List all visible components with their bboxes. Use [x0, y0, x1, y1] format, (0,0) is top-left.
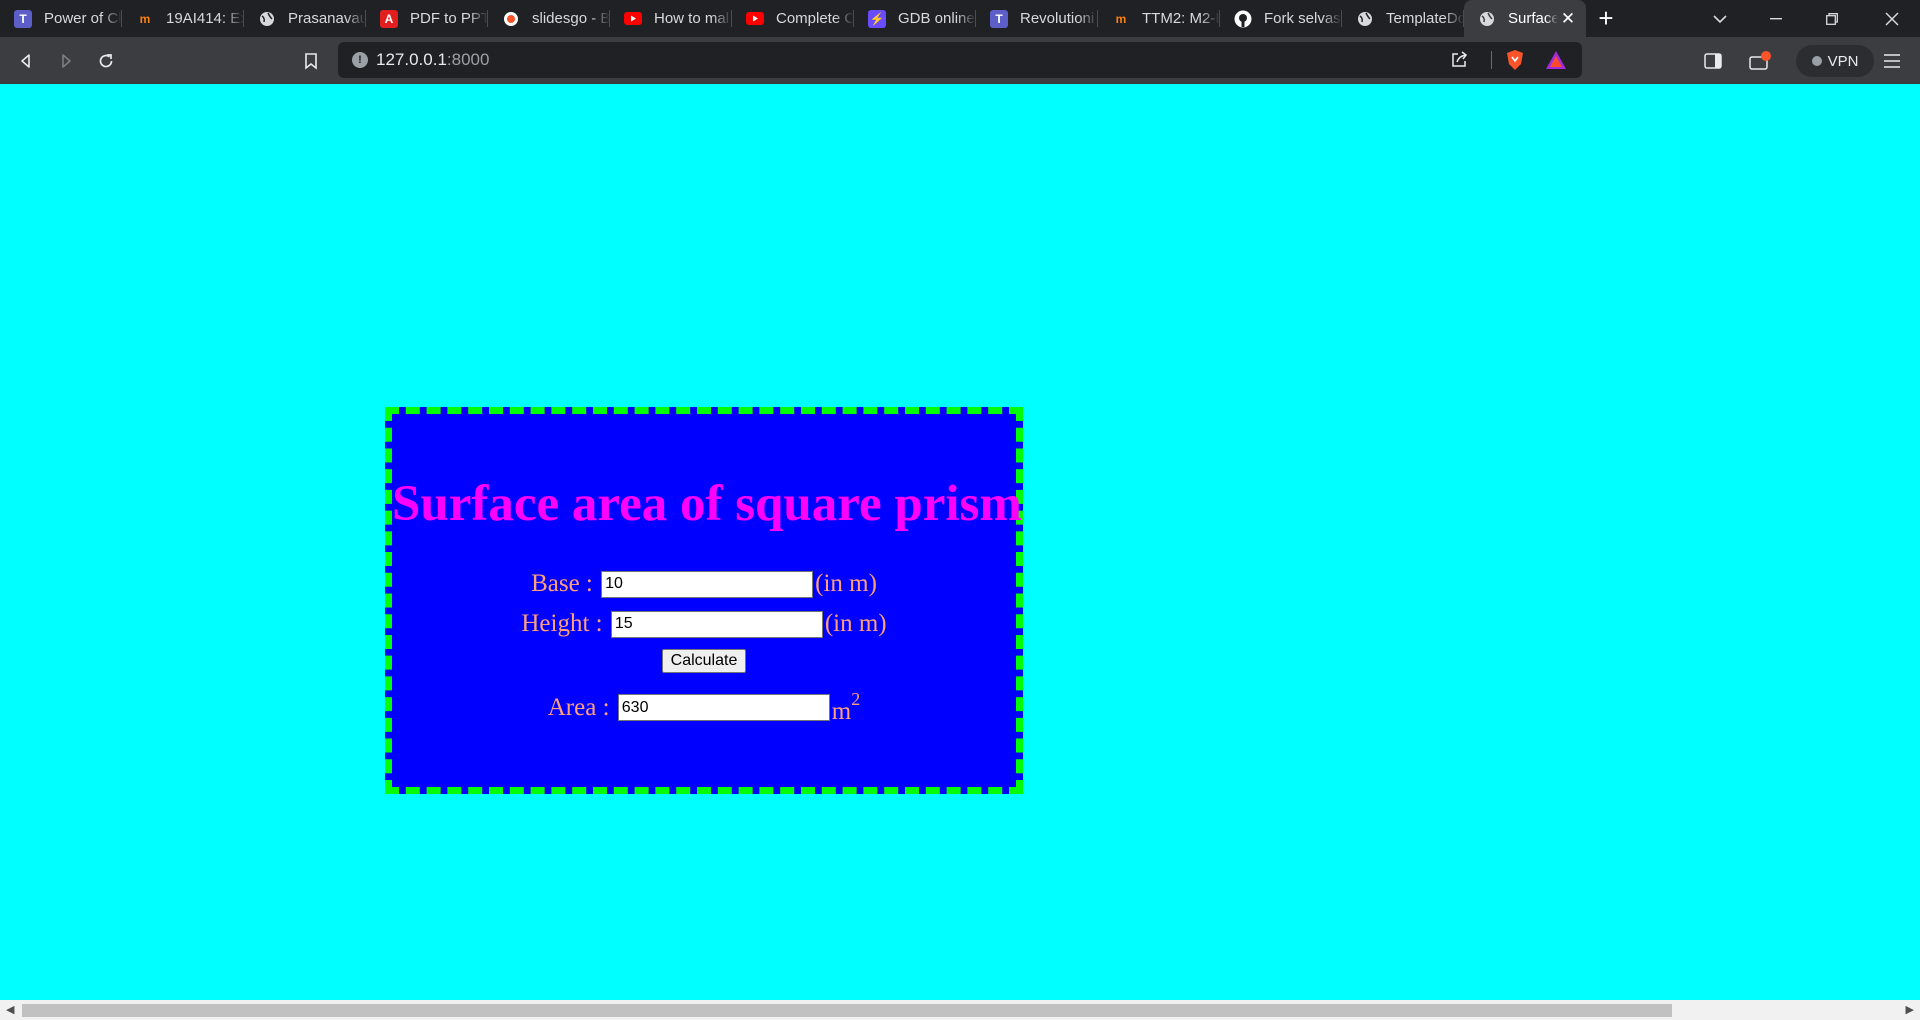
vpn-status-icon	[1811, 56, 1822, 66]
brave-shields-icon[interactable]	[1505, 49, 1525, 76]
tab-strip: T Power of Cl m 19AI414: Ex Prasanavau A…	[0, 0, 1920, 37]
github-icon	[1234, 10, 1252, 28]
moodle-icon: m	[1115, 11, 1127, 26]
share-icon[interactable]	[1450, 51, 1468, 74]
vpn-button[interactable]: VPN	[1796, 45, 1874, 77]
teams-icon: T	[990, 9, 1008, 28]
divider	[1491, 51, 1492, 69]
address-bar[interactable]: ! 127.0.0.1:8000	[338, 42, 1582, 78]
area-output[interactable]	[617, 694, 830, 721]
tab-title: How to mal	[654, 10, 730, 27]
tab-title: Complete C	[776, 10, 854, 27]
vpn-label: VPN	[1827, 52, 1859, 70]
base-row: Base : (in m)	[392, 570, 1016, 598]
browser-tab[interactable]: T Revolutioni	[976, 0, 1098, 37]
browser-tab[interactable]: T Power of Cl	[0, 0, 122, 37]
brave-rewards-icon[interactable]	[1545, 50, 1567, 75]
height-unit: (in m)	[824, 610, 887, 637]
globe-icon	[1356, 10, 1374, 28]
tab-title: Surface	[1508, 10, 1558, 27]
restore-icon[interactable]	[1804, 0, 1860, 37]
page-title: Surface area of square prism	[392, 476, 1022, 532]
height-label: Height :	[521, 610, 603, 637]
tab-title: slidesgo - B	[532, 10, 610, 27]
browser-tab[interactable]: Complete C	[732, 0, 854, 37]
gdb-icon: ⚡	[868, 9, 886, 28]
base-input[interactable]	[601, 570, 814, 598]
browser-tab[interactable]: slidesgo - B	[488, 0, 610, 37]
youtube-icon	[624, 10, 642, 28]
browser-tab[interactable]: Prasanavau	[244, 0, 366, 37]
tab-title: 19AI414: Ex	[166, 10, 244, 27]
sidebar-icon[interactable]	[1697, 45, 1729, 77]
minimize-icon[interactable]	[1748, 0, 1804, 37]
url-port: :8000	[446, 50, 490, 69]
area-unit-exponent: 2	[851, 689, 861, 709]
tab-title: Prasanavau	[288, 10, 366, 27]
calculate-button[interactable]: Calculate	[661, 649, 747, 673]
scroll-left-icon[interactable]: ◀	[6, 1003, 14, 1016]
menu-icon[interactable]	[1876, 45, 1908, 77]
tab-title: Revolutioni	[1020, 10, 1095, 27]
scrollbar-thumb[interactable]	[22, 1004, 1672, 1017]
tab-title: GDB online	[898, 10, 975, 27]
site-info-icon[interactable]: !	[352, 52, 368, 68]
base-label: Base :	[531, 570, 593, 597]
area-row: Area : m2	[392, 689, 1016, 726]
area-label: Area :	[547, 693, 610, 721]
browser-tab[interactable]: m 19AI414: Ex	[122, 0, 244, 37]
horizontal-scrollbar[interactable]: ◀ ▶	[0, 1000, 1920, 1020]
brave-search-icon	[502, 10, 520, 28]
tab-title: TemplateDc	[1386, 10, 1464, 27]
reload-icon[interactable]	[90, 45, 122, 77]
browser-tab-active[interactable]: Surface ✕	[1464, 0, 1586, 37]
url-host: 127.0.0.1	[376, 50, 447, 69]
tab-title: PDF to PPT:	[410, 10, 488, 27]
area-unit-text: m	[831, 698, 852, 725]
browser-tab[interactable]: Fork selvas	[1220, 0, 1342, 37]
tab-search-icon[interactable]	[1692, 0, 1748, 37]
calculator-card: Surface area of square prism Base : (in …	[385, 407, 1023, 794]
close-window-icon[interactable]	[1864, 0, 1920, 37]
browser-tab[interactable]: TemplateDc	[1342, 0, 1464, 37]
height-input[interactable]	[610, 610, 823, 638]
teams-icon: T	[14, 9, 32, 28]
globe-icon	[258, 10, 276, 28]
back-icon[interactable]	[10, 45, 42, 77]
close-tab-icon[interactable]: ✕	[1558, 9, 1578, 29]
new-tab-icon[interactable]: +	[1586, 0, 1626, 37]
area-unit: m2	[832, 689, 860, 726]
browser-tab[interactable]: ⚡ GDB online	[854, 0, 976, 37]
adobe-pdf-icon: A	[380, 9, 398, 28]
browser-toolbar: ! 127.0.0.1:8000 VPN	[0, 37, 1920, 84]
base-unit: (in m)	[815, 570, 877, 597]
height-row: Height : (in m)	[392, 610, 1016, 638]
tab-title: Fork selvas	[1264, 10, 1341, 27]
youtube-icon	[746, 10, 764, 28]
globe-icon	[1478, 10, 1496, 28]
scroll-right-icon[interactable]: ▶	[1906, 1003, 1914, 1016]
wallet-icon[interactable]	[1744, 45, 1776, 77]
browser-tab[interactable]: A PDF to PPT:	[366, 0, 488, 37]
url-text: 127.0.0.1:8000	[376, 50, 489, 70]
browser-tab[interactable]: How to mal	[610, 0, 732, 37]
tab-title: Power of Cl	[44, 10, 122, 27]
browser-tab[interactable]: m TTM2: M2-I	[1098, 0, 1220, 37]
tab-title: TTM2: M2-I	[1142, 10, 1220, 27]
bookmark-icon[interactable]	[295, 45, 327, 77]
moodle-icon: m	[139, 11, 151, 26]
forward-icon[interactable]	[50, 45, 82, 77]
